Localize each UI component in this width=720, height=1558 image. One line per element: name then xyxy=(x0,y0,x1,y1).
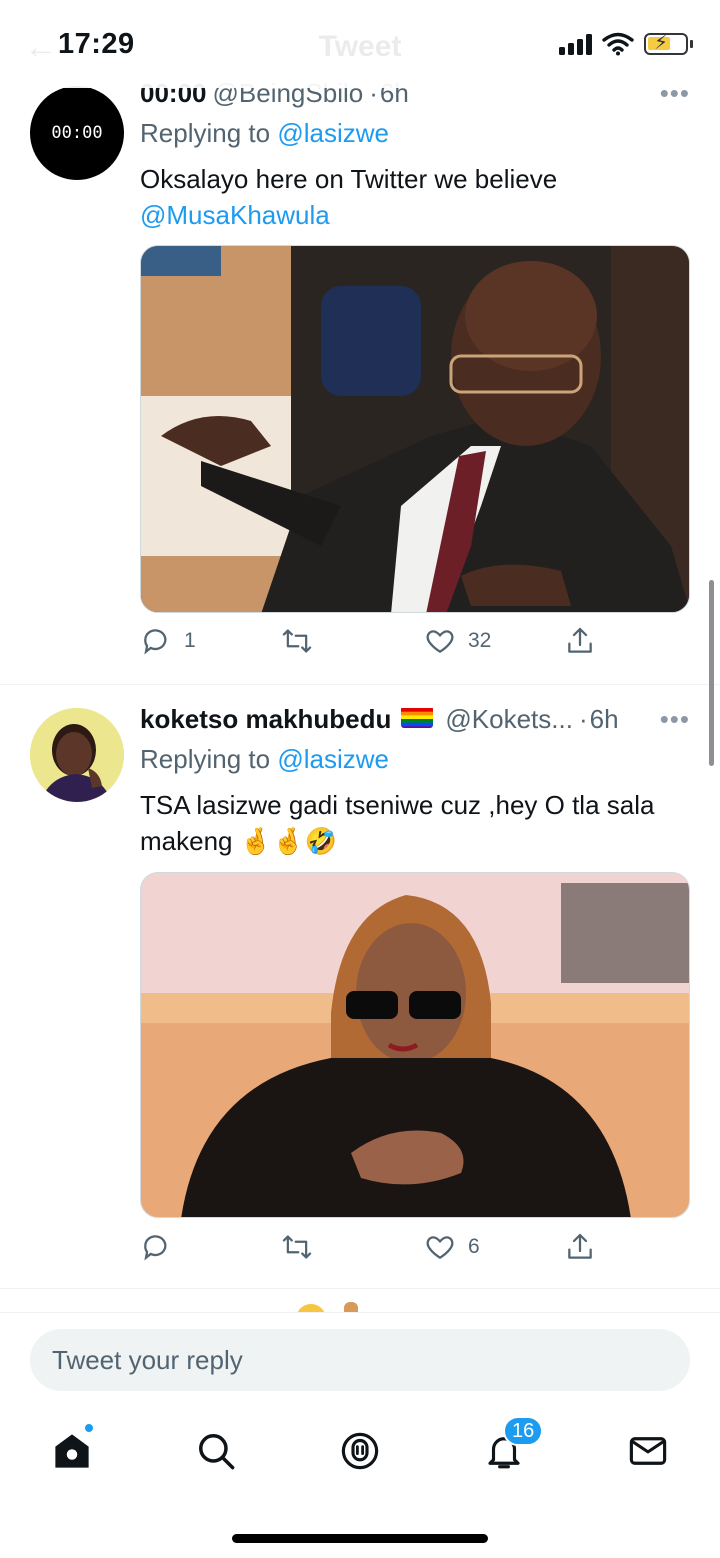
tab-spaces[interactable] xyxy=(335,1426,385,1476)
notifications-badge: 16 xyxy=(503,1416,544,1446)
tweet-item[interactable]: 00:00 00:00 @BeingSbilo · 6h ••• Replyin… xyxy=(0,78,720,684)
home-indicator[interactable] xyxy=(232,1534,488,1543)
rainbow-flag-icon xyxy=(401,706,434,728)
tweet-header: koketso makhubedu @Kokets... · 6h xyxy=(140,704,690,738)
replying-prefix: Replying to xyxy=(140,744,271,774)
tweet-actions: 1 32 xyxy=(140,625,600,665)
tweet-photo[interactable] xyxy=(140,872,690,1218)
envelope-icon xyxy=(629,1437,667,1465)
battery-icon: ⚡ xyxy=(644,32,693,55)
separator-dot: · xyxy=(578,704,588,734)
scrollbar[interactable] xyxy=(709,580,714,766)
share-action[interactable] xyxy=(564,625,596,657)
heart-icon xyxy=(426,1236,454,1259)
reply-action[interactable] xyxy=(140,1231,184,1263)
like-count: 32 xyxy=(468,629,492,652)
photo-woman-in-fur-coat-image xyxy=(141,873,689,1217)
replying-prefix: Replying to xyxy=(140,118,271,148)
share-action[interactable] xyxy=(564,1231,596,1263)
reply-action[interactable]: 1 xyxy=(140,625,196,657)
tab-messages[interactable] xyxy=(623,1426,673,1476)
tweet-text: Oksalayo here on Twitter we believe @Mus… xyxy=(140,161,690,233)
heart-icon xyxy=(426,630,454,653)
retweet-icon xyxy=(282,629,312,653)
status-time: 17:29 xyxy=(58,28,135,60)
tweet-timeline[interactable]: 00:00 00:00 @BeingSbilo · 6h ••• Replyin… xyxy=(0,0,720,1312)
author-name[interactable]: koketso makhubedu xyxy=(140,704,391,735)
tweet-text: TSA lasizwe gadi tseniwe cuz ,hey O tla … xyxy=(140,790,655,856)
retweet-action[interactable] xyxy=(280,1231,326,1263)
author-handle[interactable]: @Kokets... xyxy=(445,704,573,735)
tweet-divider xyxy=(0,1288,720,1289)
avatar-clock-text: 00:00 xyxy=(51,123,103,143)
like-action[interactable]: 32 xyxy=(424,625,491,657)
tweet-photo[interactable] xyxy=(140,245,690,613)
home-icon xyxy=(55,1434,89,1468)
like-action[interactable]: 6 xyxy=(424,1231,480,1263)
avatar-person-image xyxy=(30,708,124,802)
retweet-icon xyxy=(282,1235,312,1259)
tweet-actions: 6 xyxy=(140,1231,600,1271)
more-options-icon[interactable]: ••• xyxy=(660,704,690,735)
tweet-mention[interactable]: @MusaKhawula xyxy=(140,200,330,230)
tweet-text-body: Oksalayo here on Twitter we believe xyxy=(140,164,558,194)
tweet-divider xyxy=(0,684,720,685)
tab-home[interactable] xyxy=(47,1422,97,1476)
wifi-icon xyxy=(602,32,634,56)
search-icon xyxy=(199,1434,235,1470)
tab-search[interactable] xyxy=(191,1426,241,1476)
reply-count: 1 xyxy=(184,629,196,652)
reply-icon xyxy=(144,629,167,655)
tweet-time: 6h xyxy=(589,704,619,734)
emoji-glyph xyxy=(344,1302,358,1312)
new-tweets-dot xyxy=(83,1422,95,1434)
reply-icon xyxy=(144,1235,167,1261)
replying-to: Replying to @lasizwe xyxy=(140,118,690,149)
replying-to: Replying to @lasizwe xyxy=(140,744,690,775)
bottom-tab-bar: 16 xyxy=(0,1408,720,1558)
share-icon xyxy=(568,1233,592,1259)
emoji-glyph xyxy=(296,1304,326,1312)
status-icons: ⚡ xyxy=(559,32,693,56)
replying-to-mention[interactable]: @lasizwe xyxy=(277,118,389,148)
cellular-signal-icon xyxy=(559,33,592,55)
retweet-action[interactable] xyxy=(280,625,326,657)
reply-composer xyxy=(0,1312,720,1408)
avatar[interactable] xyxy=(30,708,124,802)
like-count: 6 xyxy=(468,1235,480,1258)
photo-man-in-suit-image xyxy=(141,246,689,612)
reply-input[interactable] xyxy=(30,1329,690,1391)
avatar[interactable]: 00:00 xyxy=(30,86,124,180)
replying-to-mention[interactable]: @lasizwe xyxy=(277,744,389,774)
status-bar: ← Tweet 17:29 ⚡ xyxy=(0,0,720,88)
share-icon xyxy=(568,627,592,653)
tab-notifications[interactable]: 16 xyxy=(479,1416,544,1476)
spaces-microphone-icon xyxy=(341,1432,379,1470)
tweet-item[interactable]: koketso makhubedu @Kokets... · 6h ••• Re… xyxy=(0,704,720,1288)
